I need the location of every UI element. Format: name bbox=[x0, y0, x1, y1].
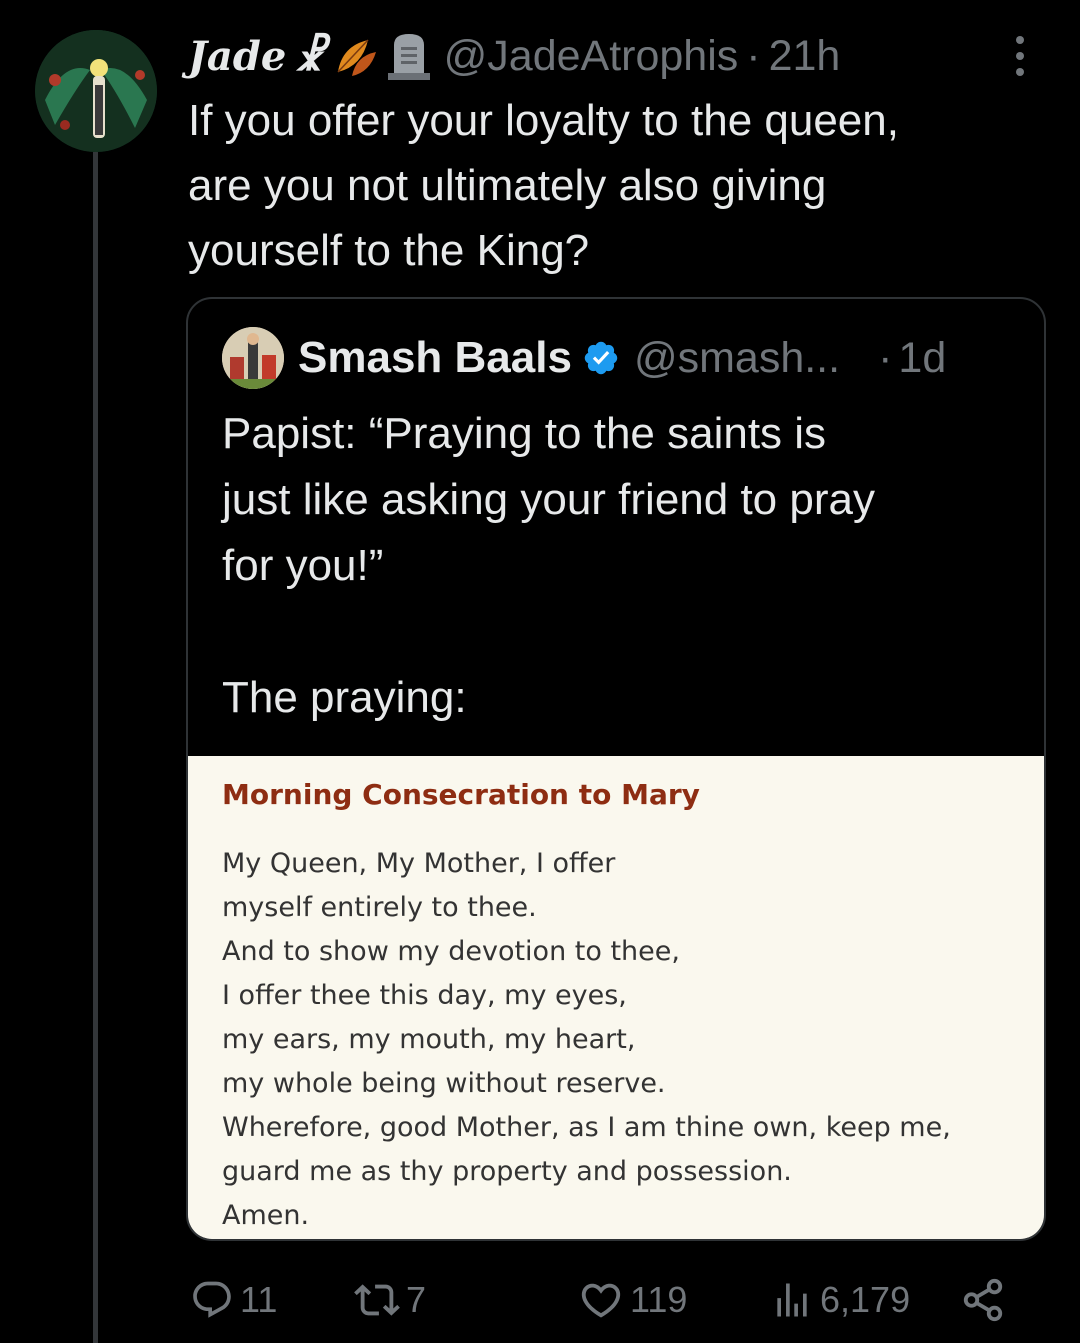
separator-dot: · bbox=[746, 31, 761, 80]
views-count: 6,179 bbox=[820, 1279, 911, 1320]
tweet-header: Jade ☧ @JadeAtrophis · 21h bbox=[188, 28, 840, 84]
repost-button[interactable]: 7 bbox=[354, 1272, 426, 1328]
tweet-text-line: yourself to the King? bbox=[188, 226, 590, 275]
quote-display-name[interactable]: Smash Baals bbox=[298, 333, 572, 383]
prayer-line: I offer thee this day, my eyes, bbox=[222, 980, 627, 1011]
repost-icon bbox=[354, 1284, 400, 1316]
reply-icon bbox=[193, 1281, 231, 1318]
avatar[interactable] bbox=[35, 30, 157, 152]
quote-text-spacer bbox=[222, 599, 1022, 665]
prayer-image[interactable]: Morning Consecration to Mary My Queen, M… bbox=[188, 756, 1044, 1239]
prayer-line: And to show my devotion to thee, bbox=[222, 936, 680, 967]
timestamp[interactable]: 21h bbox=[769, 32, 841, 81]
tweet-text: If you offer your loyalty to the queen, … bbox=[188, 88, 1048, 283]
action-bar: 11 7 119 6,179 bbox=[190, 1272, 1010, 1328]
prayer-text: My Queen, My Mother, I offer myself enti… bbox=[222, 842, 951, 1238]
tweet-page: Jade ☧ @JadeAtrophis · 21h If you offer … bbox=[0, 0, 1080, 1343]
quote-avatar-art bbox=[222, 327, 284, 389]
views-icon bbox=[777, 1283, 807, 1317]
repost-count: 7 bbox=[406, 1279, 427, 1320]
views-button[interactable]: 6,179 bbox=[770, 1272, 910, 1328]
prayer-line: my whole being without reserve. bbox=[222, 1068, 666, 1099]
prayer-line: Amen. bbox=[222, 1200, 310, 1231]
quote-text-line: Papist: “Praying to the saints is bbox=[222, 409, 827, 458]
display-name[interactable]: Jade bbox=[188, 33, 286, 80]
chi-rho-glyph: ☧ bbox=[294, 32, 326, 80]
prayer-line: guard me as thy property and possession. bbox=[222, 1156, 792, 1187]
quote-text-line: just like asking your friend to pray bbox=[222, 475, 875, 524]
quote-timestamp[interactable]: 1d bbox=[898, 334, 946, 383]
leaves-icon bbox=[332, 32, 380, 80]
like-button[interactable]: 119 bbox=[578, 1272, 687, 1328]
quote-text-line: for you!” bbox=[222, 541, 384, 590]
tweet-text-line: are you not ultimately also giving bbox=[188, 161, 827, 210]
like-count: 119 bbox=[630, 1279, 688, 1320]
quote-handle[interactable]: @smash... bbox=[634, 334, 840, 383]
reply-button[interactable]: 11 bbox=[190, 1272, 277, 1328]
thread-line bbox=[93, 152, 98, 1343]
quote-text: Papist: “Praying to the saints is just l… bbox=[222, 401, 1022, 731]
handle[interactable]: @JadeAtrophis bbox=[444, 32, 739, 81]
quote-tweet-card[interactable]: Smash Baals @smash... · 1d Papist: “Pray… bbox=[186, 297, 1046, 1241]
prayer-line: My Queen, My Mother, I offer bbox=[222, 848, 616, 879]
quote-avatar[interactable] bbox=[222, 327, 284, 389]
more-options-icon[interactable] bbox=[1006, 36, 1034, 76]
tweet-text-line: If you offer your loyalty to the queen, bbox=[188, 96, 899, 145]
prayer-line: myself entirely to thee. bbox=[222, 892, 537, 923]
verified-badge-icon bbox=[582, 339, 620, 377]
quote-text-line: The praying: bbox=[222, 673, 467, 722]
share-button[interactable] bbox=[960, 1272, 1012, 1328]
prayer-line: Wherefore, good Mother, as I am thine ow… bbox=[222, 1112, 951, 1143]
quote-header: Smash Baals @smash... · 1d bbox=[222, 327, 946, 389]
prayer-line: my ears, my mouth, my heart, bbox=[222, 1024, 636, 1055]
reply-count: 11 bbox=[240, 1279, 278, 1320]
quote-separator-dot: · bbox=[878, 333, 893, 382]
prayer-title: Morning Consecration to Mary bbox=[222, 778, 700, 811]
heart-icon bbox=[581, 1283, 621, 1318]
avatar-art bbox=[35, 30, 157, 152]
share-icon bbox=[963, 1278, 1003, 1322]
headstone-icon bbox=[386, 31, 432, 81]
